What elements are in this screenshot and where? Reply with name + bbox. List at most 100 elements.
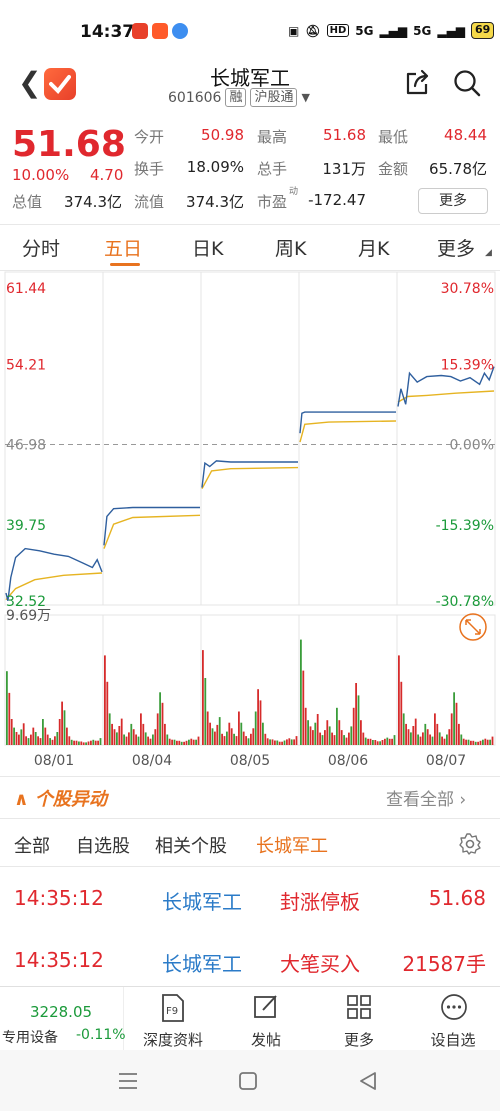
hgt-badge[interactable]: 沪股通	[250, 88, 298, 107]
volume-bar	[479, 740, 482, 745]
volume-bar	[489, 739, 491, 745]
mute-icon: 🔕︎	[305, 23, 321, 38]
volume-bar	[424, 723, 427, 745]
dropdown-caret-icon[interactable]: ▼	[301, 91, 309, 104]
settings-gear-icon[interactable]	[458, 832, 482, 856]
volume-value: 131万	[322, 160, 366, 178]
volume-bar	[113, 729, 116, 745]
volume-bar	[422, 732, 424, 745]
volume-bar	[482, 739, 484, 745]
volume-bar	[486, 739, 489, 745]
expand-chart-icon[interactable]	[459, 613, 487, 641]
y-axis-label-right: 0.00%	[450, 438, 494, 454]
more-stats-button[interactable]: 更多	[418, 188, 488, 214]
turnover-value: 18.09%	[186, 158, 244, 176]
back-arrow-icon[interactable]: ❮	[18, 66, 41, 99]
volume-bar	[393, 735, 396, 745]
tab-five-day[interactable]: 五日	[104, 234, 142, 261]
volume-bar	[228, 722, 231, 745]
volume-bar	[94, 740, 97, 745]
anomaly-stock[interactable]: 长城军工	[162, 886, 242, 915]
volume-bar	[164, 723, 166, 745]
volume-bar	[34, 732, 37, 745]
volume-bar	[204, 678, 207, 745]
f9-icon: F9	[162, 994, 184, 1022]
volume-bar	[350, 726, 353, 745]
toolbar-post[interactable]: 发帖	[220, 987, 312, 1051]
anomaly-row[interactable]: 14:35:12 长城军工 封涨停板 51.68	[0, 886, 500, 946]
volume-bar	[97, 740, 99, 745]
toolbar-more[interactable]: 更多	[312, 987, 406, 1051]
volume-bar	[161, 702, 164, 745]
volume-bar	[266, 738, 269, 745]
volume-bar	[15, 732, 18, 745]
volume-bar	[484, 738, 487, 745]
volume-bar	[125, 736, 128, 745]
anomaly-stock[interactable]: 长城军工	[162, 948, 242, 977]
toolbar-label: 设自选	[430, 1031, 476, 1049]
home-nav-icon[interactable]	[238, 1071, 258, 1091]
volume-bar	[434, 713, 436, 745]
search-icon[interactable]	[452, 68, 482, 98]
volume-bar	[336, 707, 338, 745]
volume-bar	[223, 736, 226, 745]
volume-bar	[288, 738, 291, 745]
volume-bar	[271, 739, 274, 745]
volume-bar	[25, 736, 27, 745]
anomaly-time: 14:35:12	[14, 948, 104, 972]
share-icon[interactable]	[402, 68, 432, 98]
change-percent: 10.00%	[12, 166, 70, 184]
filter-this-stock[interactable]: 长城军工	[256, 832, 328, 858]
x-axis-label: 08/04	[132, 753, 172, 769]
tab-weekly-k[interactable]: 周K	[275, 234, 306, 261]
volume-bar	[357, 695, 360, 745]
volume-bar	[400, 681, 403, 745]
tab-more[interactable]: 更多	[437, 234, 475, 261]
y-axis-label-right: 30.78%	[441, 281, 494, 297]
five-day-chart[interactable]: 61.44 30.78% 54.21 15.39% 46.98 0.00% 39.75 -15…	[0, 270, 500, 775]
x-axis-label: 08/06	[328, 753, 368, 769]
x-axis-label: 08/01	[34, 753, 74, 769]
anomaly-header: ∧ 个股异动 查看全部 ›	[0, 775, 500, 819]
margin-badge: 融	[225, 88, 247, 107]
tab-daily-k[interactable]: 日K	[192, 234, 223, 261]
anomaly-title[interactable]: ∧ 个股异动	[14, 785, 107, 811]
volume-bar	[376, 741, 379, 745]
filter-related[interactable]: 相关个股	[155, 832, 227, 858]
volume-bar	[230, 728, 233, 745]
volume-bar	[295, 736, 298, 745]
filter-watchlist[interactable]: 自选股	[76, 832, 130, 858]
price-frame	[4, 271, 496, 606]
cloud-app-icon	[172, 23, 188, 39]
volume-bar	[132, 729, 135, 745]
nfc-icon: ▣	[288, 23, 300, 38]
toolbar-add-watchlist[interactable]: 设自选	[406, 987, 500, 1051]
volume-bar	[70, 739, 73, 745]
tab-intraday[interactable]: 分时	[22, 234, 60, 261]
menu-nav-icon[interactable]	[118, 1072, 138, 1090]
app-notification-icon	[132, 23, 148, 39]
view-all-link[interactable]: 查看全部 ›	[386, 785, 466, 810]
app-logo-icon[interactable]	[44, 68, 76, 100]
volume-bar	[63, 710, 66, 745]
volume-bar	[362, 732, 365, 745]
bottom-toolbar: 3228.05 专用设备 -0.11% F9 深度资料 发帖 更多 设自选	[0, 986, 500, 1051]
back-nav-icon[interactable]	[358, 1071, 378, 1091]
volume-bar	[214, 731, 216, 745]
sector-index[interactable]: 3228.05 专用设备 -0.11%	[0, 987, 126, 1051]
volume-label: 总手	[257, 160, 288, 178]
volume-bar	[245, 736, 247, 745]
volume-bar	[8, 692, 11, 745]
filter-all[interactable]: 全部	[14, 832, 50, 858]
volume-bar	[364, 737, 367, 745]
chart-grid	[4, 271, 496, 746]
sector-index-label: 专用设备	[2, 1030, 58, 1046]
tab-monthly-k[interactable]: 月K	[358, 234, 389, 261]
divider	[0, 224, 500, 225]
chevron-right-icon: ›	[459, 790, 467, 810]
volume-bar	[130, 723, 133, 745]
toolbar-deep-data[interactable]: F9 深度资料	[126, 987, 220, 1051]
volume-bar	[340, 730, 343, 745]
volume-bar	[140, 713, 142, 745]
volume-bar	[238, 711, 240, 745]
